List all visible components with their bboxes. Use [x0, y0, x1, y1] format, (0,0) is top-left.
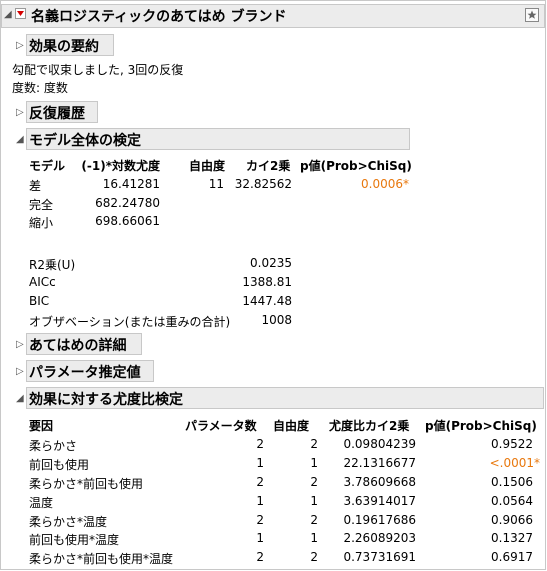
stat-value: 0.0235: [250, 256, 292, 270]
table-cell: 32.82562: [234, 177, 292, 191]
collapse-triangle-icon[interactable]: ◢: [16, 393, 24, 404]
bookmark-icon[interactable]: [525, 8, 539, 22]
table-row-label: 差: [29, 179, 42, 193]
source-cell: 柔らかさ*温度: [29, 515, 108, 529]
iterations-header: 反復履歴: [29, 106, 85, 122]
col-header-chisq: カイ2乗: [246, 159, 291, 173]
col-header-model: モデル: [29, 159, 66, 173]
df-cell: 1: [310, 456, 318, 470]
frequency-text: 度数: 度数: [12, 81, 68, 95]
col-header-pvalue: p値(Prob>ChiSq): [425, 419, 537, 433]
col-header-pvalue: p値(Prob>ChiSq): [300, 159, 412, 173]
chisq-cell: 0.73731691: [343, 550, 416, 564]
whole-model-header: モデル全体の検定: [29, 133, 141, 149]
chisq-cell: 2.26089203: [343, 531, 416, 545]
col-header-loglik: (-1)*対数尤度: [81, 159, 160, 173]
pvalue-cell: 0.1506: [491, 475, 533, 489]
chisq-cell: 0.19617686: [343, 513, 416, 527]
pvalue-cell: 0.6917: [491, 550, 533, 564]
expand-triangle-icon[interactable]: ▷: [16, 40, 24, 51]
df-cell: 1: [310, 494, 318, 508]
nparm-cell: 2: [256, 513, 264, 527]
lr-tests-header: 効果に対する尤度比検定: [29, 392, 183, 408]
collapse-triangle-icon[interactable]: ◢: [4, 9, 12, 20]
stat-label: BIC: [29, 294, 50, 308]
pvalue-cell: 0.9522: [491, 437, 533, 451]
stat-label: AICc: [29, 275, 56, 289]
stat-label: オブザベーション(または重みの合計): [29, 315, 231, 329]
param-est-header: パラメータ推定値: [29, 365, 141, 381]
nparm-cell: 1: [256, 494, 264, 508]
table-row-label: 縮小: [29, 216, 54, 230]
df-cell: 2: [310, 513, 318, 527]
chisq-cell: 3.63914017: [343, 494, 416, 508]
table-cell: 682.24780: [95, 196, 160, 210]
stat-value: 1008: [261, 313, 292, 327]
expand-triangle-icon[interactable]: ▷: [16, 339, 24, 350]
expand-triangle-icon[interactable]: ▷: [16, 107, 24, 118]
summary-header: 効果の要約: [29, 39, 99, 55]
convergence-text: 勾配で収束しました, 3回の反復: [12, 63, 184, 77]
chisq-cell: 22.1316677: [343, 456, 416, 470]
chisq-cell: 0.09804239: [343, 437, 416, 451]
pvalue-cell: 0.0006*: [361, 177, 409, 191]
col-header-df: 自由度: [273, 419, 310, 433]
table-cell: 11: [208, 177, 224, 191]
stat-value: 1388.81: [242, 275, 292, 289]
pvalue-cell: 0.9066: [491, 513, 533, 527]
collapse-triangle-icon[interactable]: ◢: [16, 134, 24, 145]
source-cell: 柔らかさ: [29, 439, 78, 453]
report-title: 名義ロジスティックのあてはめ ブランド: [31, 9, 287, 25]
red-triangle-menu-icon[interactable]: [15, 8, 26, 19]
pvalue-cell: <.0001*: [489, 456, 540, 470]
df-cell: 1: [310, 531, 318, 545]
col-header-nparm: パラメータ数: [185, 419, 257, 433]
nparm-cell: 1: [256, 456, 264, 470]
col-header-df: 自由度: [189, 159, 226, 173]
nparm-cell: 1: [256, 531, 264, 545]
source-cell: 柔らかさ*前回も使用*温度: [29, 552, 174, 566]
source-cell: 柔らかさ*前回も使用: [29, 477, 144, 491]
stat-label: R2乗(U): [29, 258, 76, 272]
table-cell: 16.41281: [102, 177, 160, 191]
source-cell: 前回も使用: [29, 458, 90, 472]
source-cell: 温度: [29, 496, 54, 510]
col-header-source: 要因: [29, 419, 54, 433]
table-row-label: 完全: [29, 198, 54, 212]
fit-details-header: あてはめの詳細: [29, 338, 127, 354]
df-cell: 2: [310, 437, 318, 451]
stat-value: 1447.48: [242, 294, 292, 308]
expand-triangle-icon[interactable]: ▷: [16, 366, 24, 377]
pvalue-cell: 0.1327: [491, 531, 533, 545]
table-cell: 698.66061: [95, 214, 160, 228]
df-cell: 2: [310, 475, 318, 489]
df-cell: 2: [310, 550, 318, 564]
source-cell: 前回も使用*温度: [29, 533, 120, 547]
pvalue-cell: 0.0564: [491, 494, 533, 508]
nparm-cell: 2: [256, 475, 264, 489]
chisq-cell: 3.78609668: [343, 475, 416, 489]
nparm-cell: 2: [256, 550, 264, 564]
nparm-cell: 2: [256, 437, 264, 451]
col-header-lr-chisq: 尤度比カイ2乗: [329, 419, 410, 433]
